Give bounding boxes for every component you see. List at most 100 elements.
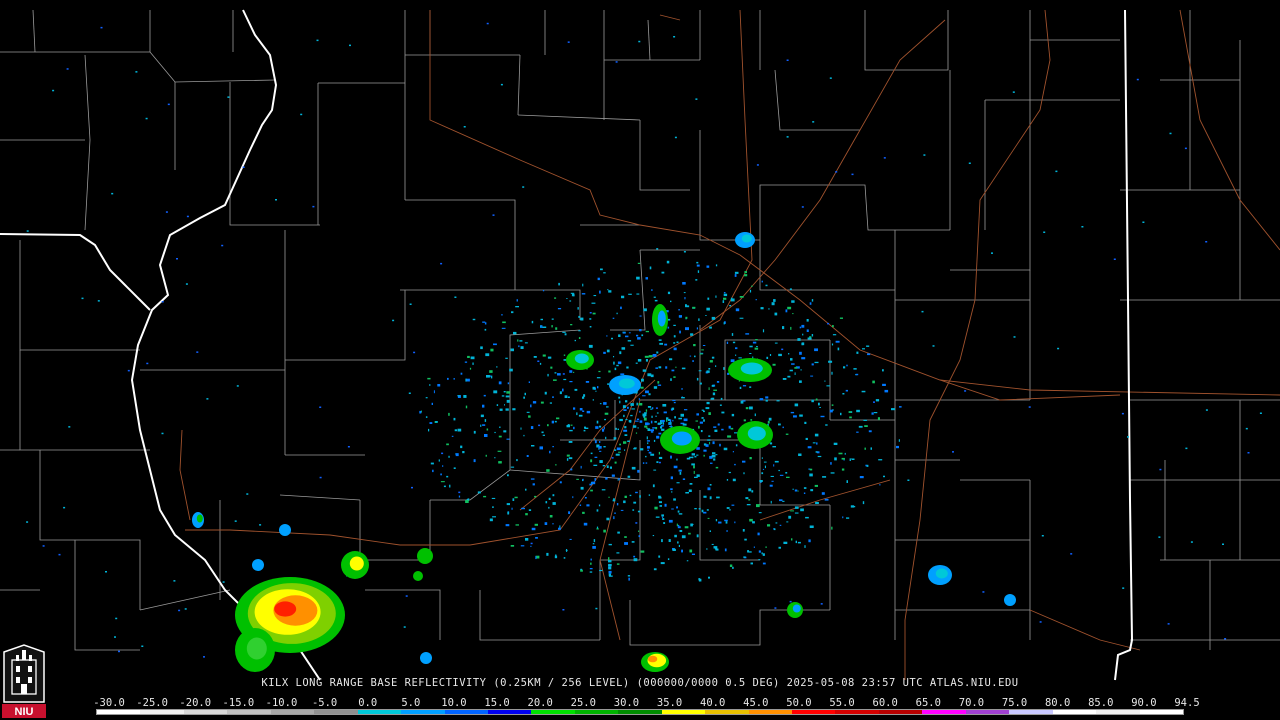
echo-speck	[627, 575, 631, 577]
echo-speck	[619, 443, 621, 446]
echo-speck	[648, 451, 652, 454]
echo-speck	[511, 507, 513, 510]
echo-speck	[501, 327, 506, 329]
echo-speck	[1222, 543, 1224, 545]
echo-speck	[275, 199, 277, 201]
echo-speck	[557, 308, 562, 310]
echo-speck	[624, 495, 627, 498]
echo-speck	[1184, 147, 1187, 150]
echo-speck	[734, 463, 736, 466]
echo-speck	[661, 539, 663, 543]
echo-speck	[655, 516, 660, 518]
echo-speck	[749, 289, 752, 293]
echo-speck	[794, 372, 796, 375]
echo-speck	[794, 489, 798, 492]
echo-speck	[671, 407, 675, 410]
echo-speck	[578, 330, 581, 332]
echo-speck	[584, 497, 587, 499]
echo-speck	[678, 469, 682, 472]
echo-speck	[1041, 535, 1044, 537]
echo-speck	[759, 398, 764, 401]
echo-speck	[591, 302, 596, 304]
echo-speck	[494, 431, 496, 434]
echo-speck	[696, 264, 700, 267]
echo-speck	[814, 361, 819, 364]
echo-speck	[347, 446, 350, 448]
echo-speck	[696, 413, 699, 416]
echo-speck	[613, 516, 615, 520]
echo-speck	[786, 521, 789, 523]
echo-speck	[600, 268, 603, 271]
echo-speck	[646, 440, 650, 442]
echo-speck	[703, 410, 705, 413]
echo-speck	[558, 527, 561, 530]
colorscale-label: -10.0	[265, 697, 298, 709]
echo-speck	[652, 484, 655, 488]
echo-speck	[654, 299, 658, 302]
echo-speck	[485, 454, 487, 457]
echo-speck	[431, 402, 433, 405]
echo-speck	[637, 510, 641, 513]
echo-speck	[222, 581, 225, 583]
echo-speck	[514, 496, 518, 499]
colorbar-segment	[748, 710, 792, 714]
echo-speck	[790, 358, 793, 361]
echo-speck	[425, 416, 428, 418]
echo-speck	[816, 442, 818, 445]
echo-speck	[775, 522, 778, 524]
echo-speck	[625, 335, 629, 338]
echo-speck	[574, 339, 576, 342]
echo-speck	[735, 308, 740, 312]
colorbar-segment	[1139, 710, 1183, 714]
echo-speck	[641, 334, 644, 337]
echo-speck	[717, 423, 720, 426]
echo-speck	[259, 524, 262, 526]
echo-speck	[694, 455, 697, 458]
echo-speck	[316, 39, 319, 42]
echo-speck	[728, 425, 731, 429]
echo-speck	[620, 373, 625, 376]
echo-speck	[785, 309, 788, 313]
echo-speck	[792, 488, 794, 490]
echo-speck	[863, 419, 867, 421]
echo-speck	[896, 445, 899, 449]
echo-speck	[696, 534, 699, 538]
echo-speck	[782, 426, 784, 429]
echo-speck	[765, 399, 768, 402]
echo-speck	[814, 433, 819, 437]
echo-speck	[620, 306, 622, 310]
storm-cell	[792, 604, 801, 613]
echo-speck	[608, 567, 612, 570]
echo-speck	[641, 378, 644, 382]
echo-speck	[828, 360, 833, 363]
echo-speck	[609, 466, 612, 469]
colorbar-segment	[965, 710, 1010, 714]
echo-speck	[870, 447, 872, 450]
echo-speck	[580, 568, 583, 570]
echo-speck	[583, 522, 588, 526]
echo-speck	[167, 103, 170, 106]
echo-speck	[552, 523, 554, 525]
echo-speck	[831, 404, 834, 406]
echo-speck	[699, 353, 703, 355]
echo-speck	[463, 126, 466, 128]
echo-speck	[711, 385, 715, 387]
echo-speck	[716, 496, 720, 499]
echo-speck	[624, 449, 626, 451]
echo-speck	[592, 399, 594, 401]
echo-speck	[786, 476, 790, 478]
echo-speck	[678, 315, 682, 318]
echo-speck	[653, 469, 657, 471]
echo-speck	[728, 471, 731, 474]
echo-speck	[698, 318, 700, 321]
echo-speck	[572, 496, 574, 499]
storm-cell	[417, 548, 433, 564]
echo-speck	[236, 385, 239, 387]
echo-speck	[616, 503, 619, 506]
echo-speck	[732, 341, 736, 344]
echo-speck	[650, 374, 654, 378]
echo-speck	[715, 454, 718, 456]
echo-speck	[499, 426, 501, 428]
echo-speck	[1121, 412, 1124, 415]
echo-speck	[598, 370, 601, 373]
